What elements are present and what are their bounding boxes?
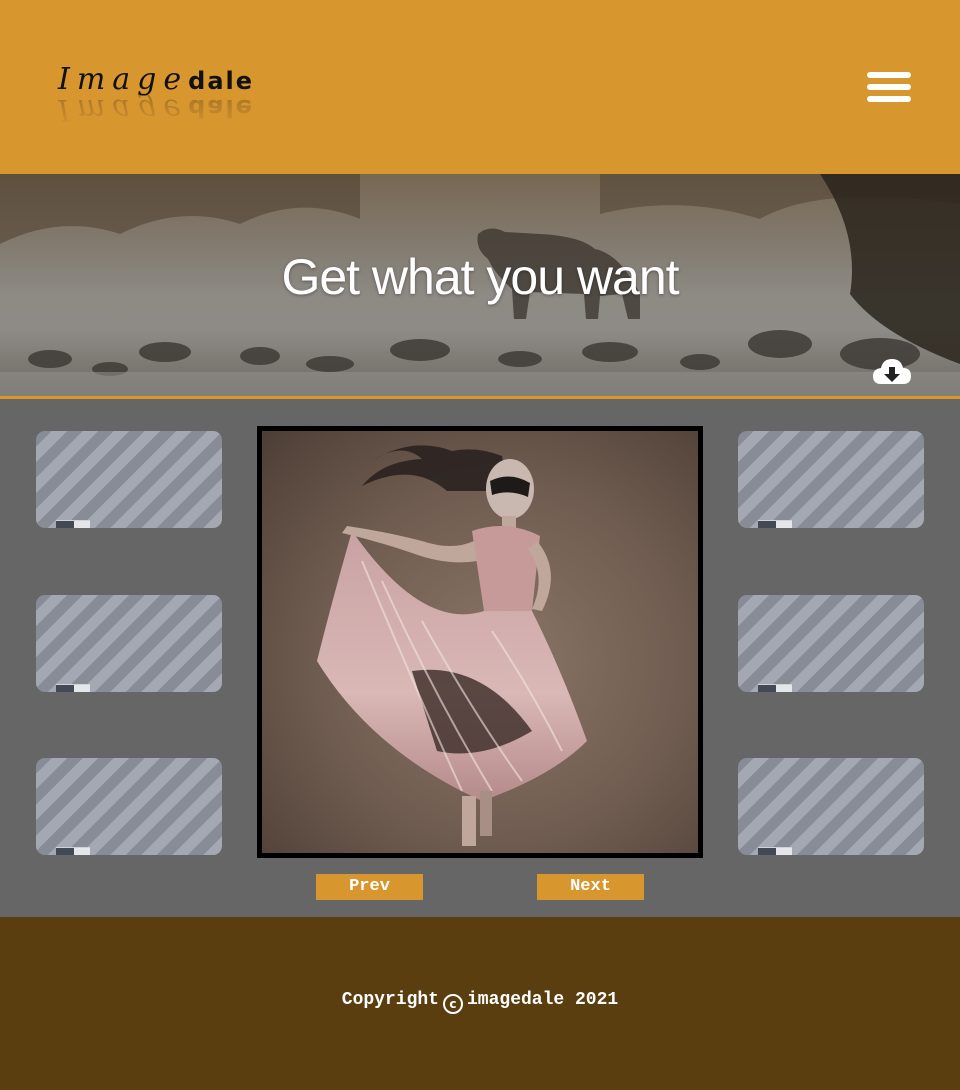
image-placeholder-icon	[758, 684, 792, 692]
thumbnail-left-3[interactable]	[36, 758, 222, 855]
next-button[interactable]: Next	[537, 874, 644, 900]
thumbnail-right-3[interactable]	[738, 758, 924, 855]
copyright-prefix: Copyright	[341, 990, 439, 1010]
hamburger-menu-icon[interactable]	[867, 72, 911, 104]
image-placeholder-icon	[56, 847, 90, 855]
site-footer: Copyright c imagedale 2021	[0, 917, 960, 1090]
image-placeholder-icon	[56, 520, 90, 528]
menu-bar	[867, 96, 911, 102]
menu-bar	[867, 84, 911, 90]
image-placeholder-icon	[758, 520, 792, 528]
cloud-download-icon-graphic	[873, 359, 911, 384]
logo-suffix: dale	[188, 67, 255, 95]
site-logo[interactable]: Imagedale Imagedale	[58, 62, 254, 132]
copyright-icon: c	[442, 994, 463, 1014]
logo-reflection: Imagedale	[58, 92, 254, 127]
copyright-text: Copyright c imagedale 2021	[0, 989, 960, 1014]
thumbnail-right-1[interactable]	[738, 431, 924, 528]
copyright-suffix: imagedale 2021	[466, 990, 619, 1010]
image-placeholder-icon	[758, 847, 792, 855]
banner-title: Get what you want	[281, 249, 679, 305]
image-gallery: Prev Next	[0, 399, 960, 917]
painting-artwork	[317, 445, 587, 846]
prev-button[interactable]: Prev	[316, 874, 423, 900]
logo-reflection-script: Image	[58, 92, 189, 127]
logo-reflection-suffix: dale	[188, 94, 255, 122]
site-header: Imagedale Imagedale	[0, 0, 960, 174]
menu-bar	[867, 72, 911, 78]
hero-banner: Get what you want	[0, 174, 960, 396]
image-placeholder-icon	[56, 684, 90, 692]
thumbnail-left-1[interactable]	[36, 431, 222, 528]
cloud-download-icon[interactable]	[871, 356, 913, 388]
featured-painting	[262, 431, 698, 853]
thumbnail-left-2[interactable]	[36, 595, 222, 692]
featured-image[interactable]	[257, 426, 703, 858]
thumbnail-right-2[interactable]	[738, 595, 924, 692]
